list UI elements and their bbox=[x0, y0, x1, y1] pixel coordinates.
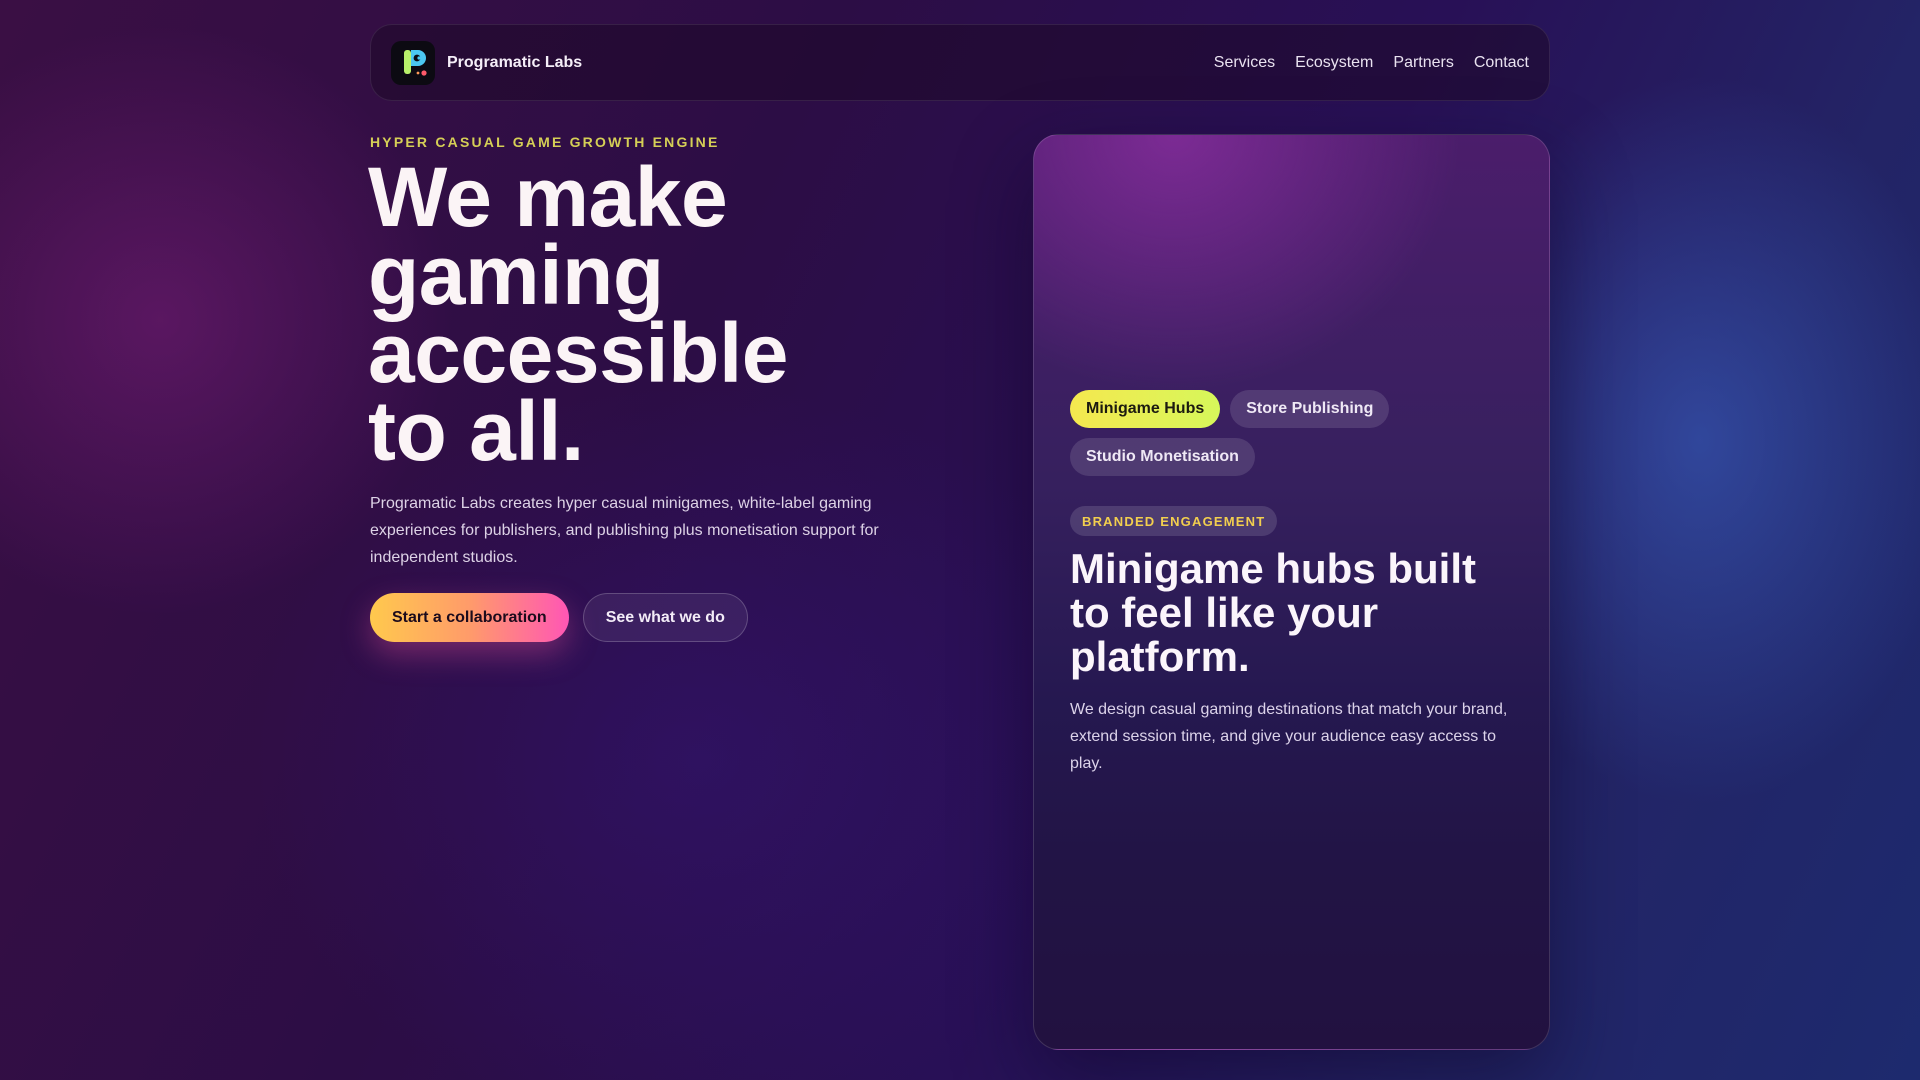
hero-cta-row: Start a collaboration See what we do bbox=[370, 593, 748, 642]
headline-line: We make bbox=[368, 150, 728, 244]
card-title: Minigame hubs built to feel like your pl… bbox=[1070, 545, 1476, 680]
top-nav: Programatic Labs Services Ecosystem Part… bbox=[370, 24, 1550, 101]
service-tabs: Minigame Hubs Store Publishing Studio Mo… bbox=[1070, 390, 1510, 476]
hero-eyebrow: HYPER CASUAL GAME GROWTH ENGINE bbox=[370, 134, 720, 150]
nav-link-services[interactable]: Services bbox=[1214, 54, 1275, 72]
category-badge: BRANDED ENGAGEMENT bbox=[1070, 506, 1278, 536]
headline-line: gaming bbox=[368, 228, 664, 322]
tab-studio-monetisation[interactable]: Studio Monetisation bbox=[1070, 438, 1255, 476]
card-description: We design casual gaming destinations tha… bbox=[1070, 701, 1508, 772]
tab-minigame-hubs[interactable]: Minigame Hubs bbox=[1070, 390, 1221, 428]
brand-name: Programatic Labs bbox=[447, 53, 583, 71]
headline-line: to all. bbox=[368, 384, 584, 478]
nav-links: Services Ecosystem Partners Contact bbox=[1214, 54, 1529, 72]
nav-link-partners[interactable]: Partners bbox=[1393, 54, 1453, 72]
services-card: Minigame Hubs Store Publishing Studio Mo… bbox=[1033, 134, 1550, 1050]
hero-lead: Programatic Labs creates hyper casual mi… bbox=[370, 495, 879, 566]
hero-headline: We make gaming accessible to all. bbox=[368, 150, 888, 478]
nav-link-contact[interactable]: Contact bbox=[1474, 54, 1529, 72]
tab-store-publishing[interactable]: Store Publishing bbox=[1230, 390, 1390, 428]
brand[interactable]: Programatic Labs bbox=[391, 40, 583, 85]
see-what-we-do-button[interactable]: See what we do bbox=[582, 593, 748, 642]
start-collaboration-button[interactable]: Start a collaboration bbox=[370, 593, 569, 642]
headline-line: accessible bbox=[368, 306, 789, 400]
controller-p-logo-icon bbox=[391, 40, 435, 85]
nav-link-ecosystem[interactable]: Ecosystem bbox=[1295, 54, 1373, 72]
